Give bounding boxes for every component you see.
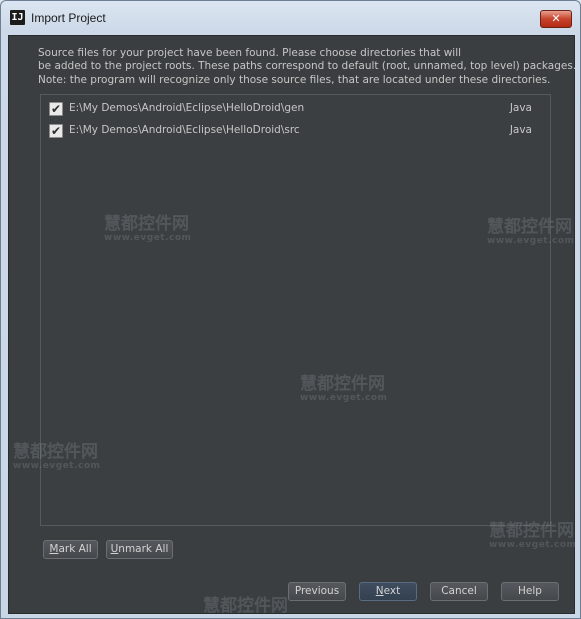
mark-all-label: ark All bbox=[58, 543, 92, 555]
root-path: E:\My Demos\Android\Eclipse\HelloDroid\g… bbox=[69, 102, 305, 114]
watermark: 慧都控件网 bbox=[203, 598, 288, 615]
previous-label: Previous bbox=[294, 585, 340, 597]
root-checkbox[interactable]: ✔ bbox=[49, 102, 63, 116]
source-roots-list[interactable]: ✔ E:\My Demos\Android\Eclipse\HelloDroid… bbox=[40, 94, 551, 526]
next-button[interactable]: Next bbox=[359, 582, 417, 601]
help-label: Help bbox=[518, 585, 542, 597]
instructions-line-1: Source files for your project have been … bbox=[38, 47, 462, 59]
root-path: E:\My Demos\Android\Eclipse\HelloDroid\s… bbox=[69, 124, 300, 136]
list-item[interactable]: ✔ E:\My Demos\Android\Eclipse\HelloDroid… bbox=[41, 98, 550, 120]
root-language: Java bbox=[509, 124, 532, 136]
cancel-label: Cancel bbox=[441, 585, 477, 597]
import-project-dialog: IJ Import Project ✕ Source files for you… bbox=[0, 0, 581, 619]
watermark-url: www.evget.com bbox=[489, 540, 577, 550]
unmark-all-button[interactable]: Unmark All bbox=[106, 540, 173, 559]
root-language: Java bbox=[509, 102, 532, 114]
watermark: 慧都控件网 www.evget.com bbox=[489, 523, 577, 551]
mark-all-button[interactable]: Mark All bbox=[43, 540, 98, 559]
unmark-all-label: nmark All bbox=[118, 543, 169, 555]
help-button[interactable]: Help bbox=[501, 582, 559, 601]
previous-button[interactable]: Previous bbox=[288, 582, 346, 601]
next-label: ext bbox=[383, 585, 401, 597]
instructions-line-2: be added to the project roots. These pat… bbox=[38, 60, 577, 73]
next-mnemonic: N bbox=[375, 585, 384, 597]
window-title: Import Project bbox=[31, 11, 106, 25]
list-item[interactable]: ✔ E:\My Demos\Android\Eclipse\HelloDroid… bbox=[41, 120, 550, 142]
watermark-text: 慧都控件网 bbox=[203, 596, 288, 616]
title-bar[interactable]: IJ Import Project ✕ bbox=[1, 1, 580, 35]
instructions-text: Source files for your project have been … bbox=[38, 47, 577, 87]
cancel-button[interactable]: Cancel bbox=[430, 582, 488, 601]
dialog-content: Source files for your project have been … bbox=[8, 35, 577, 615]
instructions-line-3: Note: the program will recognize only th… bbox=[38, 73, 551, 86]
intellij-app-icon: IJ bbox=[10, 10, 25, 25]
root-checkbox[interactable]: ✔ bbox=[49, 124, 63, 138]
close-button[interactable]: ✕ bbox=[540, 10, 572, 28]
